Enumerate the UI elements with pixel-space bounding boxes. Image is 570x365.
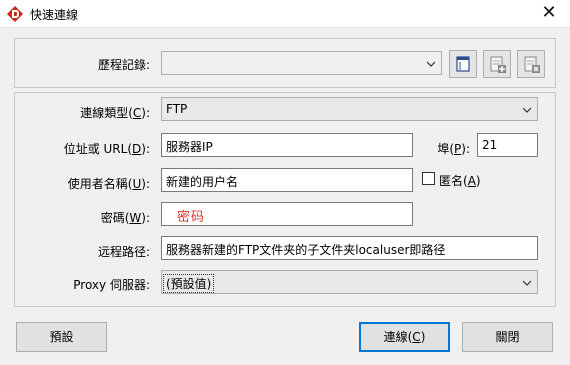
list-view-button[interactable] — [449, 50, 477, 78]
anonymous-checkbox[interactable] — [422, 172, 435, 185]
title-bar: 快速連線 ✕ — [0, 0, 570, 28]
connect-button-label: 連線(C) — [383, 330, 426, 344]
password-input[interactable]: 密码 — [161, 202, 413, 226]
close-button[interactable]: 關閉 — [462, 322, 553, 352]
connection-type-label: 連線類型(C): — [80, 106, 150, 120]
address-label: 位址或 URL(D): — [63, 142, 150, 156]
proxy-dropdown[interactable]: (預設值) — [161, 270, 538, 294]
history-dropdown[interactable] — [161, 51, 442, 75]
remote-path-label: 远程路径: — [97, 245, 150, 259]
add-site-icon — [490, 56, 506, 73]
default-button-label: 預設 — [49, 330, 74, 344]
delete-site-icon — [524, 56, 540, 73]
close-button-label: 關閉 — [495, 330, 520, 344]
list-view-icon — [456, 56, 470, 72]
proxy-label: Proxy 伺服器: — [73, 278, 150, 292]
port-input[interactable]: 21 — [477, 133, 538, 157]
port-label: 埠(P): — [437, 142, 470, 156]
remote-path-value: 服務器新建的FTP文件夹的子文件夹localuser即路径 — [166, 243, 446, 257]
port-value: 21 — [482, 138, 498, 152]
chevron-down-icon — [523, 107, 531, 113]
password-label: 密碼(W): — [100, 211, 150, 225]
proxy-value: (預設值) — [162, 274, 215, 293]
anonymous-label[interactable]: 匿名(A) — [439, 172, 481, 189]
username-label: 使用者名稱(U): — [67, 177, 150, 191]
connection-type-value: FTP — [166, 102, 188, 116]
chevron-down-icon — [523, 280, 531, 286]
delete-site-button[interactable] — [517, 50, 545, 78]
connection-type-dropdown[interactable]: FTP — [161, 97, 538, 121]
chevron-down-icon — [427, 61, 435, 67]
username-value: 新建的用户名 — [166, 175, 239, 189]
address-input[interactable]: 服務器IP — [161, 133, 413, 157]
close-icon: ✕ — [541, 2, 557, 23]
window-title: 快速連線 — [30, 8, 79, 22]
address-value: 服務器IP — [166, 140, 213, 154]
username-input[interactable]: 新建的用户名 — [161, 168, 413, 192]
history-label: 歷程記錄: — [97, 58, 150, 72]
password-value: 密码 — [177, 210, 206, 225]
remote-path-input[interactable]: 服務器新建的FTP文件夹的子文件夹localuser即路径 — [161, 236, 538, 260]
add-site-button[interactable] — [483, 50, 511, 78]
close-window-button[interactable]: ✕ — [528, 0, 570, 28]
default-button[interactable]: 預設 — [16, 322, 107, 352]
connect-button[interactable]: 連線(C) — [359, 322, 450, 352]
app-logo-icon — [7, 6, 23, 22]
